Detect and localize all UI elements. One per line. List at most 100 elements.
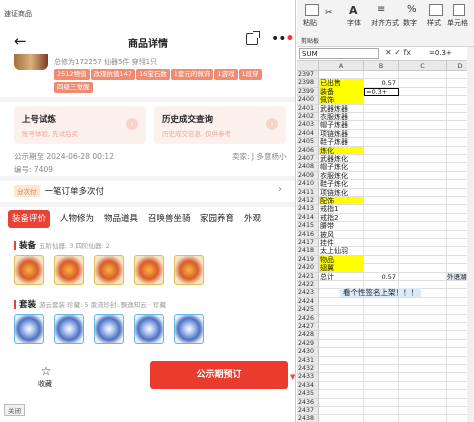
- equipment-item[interactable]: [14, 255, 44, 285]
- cell-b[interactable]: [364, 331, 399, 340]
- cell-c[interactable]: [399, 96, 447, 105]
- cell-a[interactable]: [319, 390, 364, 399]
- cell-b[interactable]: [364, 129, 399, 139]
- row-number[interactable]: 2427: [297, 323, 319, 332]
- tab-summons[interactable]: 召唤兽坐骑: [144, 210, 195, 228]
- row-number[interactable]: 2414: [297, 213, 319, 223]
- cell-c[interactable]: [399, 239, 447, 248]
- row-number[interactable]: 2401: [297, 104, 319, 113]
- cell-b[interactable]: [364, 121, 399, 130]
- cell-a[interactable]: [319, 415, 364, 422]
- cell-a[interactable]: 腰带: [319, 222, 364, 231]
- cell-a[interactable]: [319, 314, 364, 323]
- cell-c[interactable]: [399, 348, 447, 357]
- cell-b[interactable]: [364, 297, 399, 307]
- cell-b[interactable]: [364, 314, 399, 323]
- cell-c[interactable]: [399, 297, 447, 307]
- cell-a[interactable]: [319, 407, 364, 416]
- cell-c[interactable]: [399, 71, 447, 80]
- paste-icon[interactable]: [305, 4, 319, 16]
- cell-a[interactable]: [319, 323, 364, 332]
- row-number[interactable]: 2425: [297, 306, 319, 315]
- cell-c[interactable]: [399, 87, 447, 97]
- row-number[interactable]: 2411: [297, 188, 319, 197]
- equipment-item[interactable]: [174, 255, 204, 285]
- cell-c[interactable]: [399, 171, 447, 181]
- row-number[interactable]: 2436: [297, 398, 319, 407]
- cell-b[interactable]: [364, 306, 399, 315]
- tab-appearance[interactable]: 外观: [240, 210, 265, 228]
- history-card[interactable]: 历史成交查询 历史成交信息, 仅供参考 ›: [154, 106, 286, 144]
- set-item[interactable]: [174, 314, 204, 344]
- cell-c[interactable]: [399, 407, 447, 416]
- cell-b[interactable]: [364, 365, 399, 374]
- cell-c[interactable]: [399, 314, 447, 323]
- cell-c[interactable]: [399, 205, 447, 214]
- select-all-corner[interactable]: [297, 61, 319, 71]
- cell-b[interactable]: [364, 138, 399, 147]
- cell-a[interactable]: 鞋子炼器: [319, 138, 364, 147]
- set-item[interactable]: [54, 314, 84, 344]
- number-label[interactable]: 数字: [403, 18, 417, 28]
- share-icon[interactable]: [246, 31, 260, 45]
- cell-c[interactable]: [399, 415, 447, 422]
- cell-b[interactable]: [364, 348, 399, 357]
- cell-c[interactable]: [399, 306, 447, 315]
- row-number[interactable]: 2398: [297, 79, 319, 88]
- tab-character[interactable]: 人物修为: [56, 210, 98, 228]
- cell-b[interactable]: [364, 415, 399, 422]
- cell-c[interactable]: [399, 129, 447, 139]
- row-number[interactable]: 2421: [297, 272, 319, 281]
- cell-a[interactable]: 鞋子炼化: [319, 180, 364, 189]
- cell-b[interactable]: [364, 264, 399, 273]
- cell-c[interactable]: [399, 323, 447, 332]
- cell-a[interactable]: 炼化: [319, 146, 364, 155]
- row-number[interactable]: 2434: [297, 381, 319, 391]
- installment-row[interactable]: 分次付 一笔订单多次付: [14, 185, 104, 199]
- cell-b[interactable]: [364, 339, 399, 349]
- cell-c[interactable]: [399, 79, 447, 88]
- column-header-a[interactable]: A: [319, 61, 364, 71]
- row-number[interactable]: 2412: [297, 197, 319, 206]
- cell-c[interactable]: [399, 365, 447, 374]
- equipment-item[interactable]: [94, 255, 124, 285]
- cell-c[interactable]: [399, 163, 447, 172]
- cell-b[interactable]: [364, 113, 399, 122]
- row-number[interactable]: 2402: [297, 113, 319, 122]
- cell-b[interactable]: [364, 71, 399, 80]
- equipment-item[interactable]: [54, 255, 84, 285]
- cell-b[interactable]: [364, 155, 399, 164]
- row-number[interactable]: 2430: [297, 348, 319, 357]
- cell-c[interactable]: [399, 373, 447, 382]
- name-box[interactable]: SUM: [299, 48, 379, 59]
- cell-a[interactable]: 总计: [319, 272, 364, 281]
- cell-a[interactable]: 戒指1: [319, 205, 364, 214]
- cell-b[interactable]: [364, 188, 399, 197]
- chevron-right-icon[interactable]: ›: [278, 184, 282, 195]
- cell-a[interactable]: 太上仙羽: [319, 247, 364, 256]
- row-number[interactable]: 2429: [297, 339, 319, 349]
- row-number[interactable]: 2397: [297, 71, 319, 80]
- cell-a[interactable]: 项链炼器: [319, 129, 364, 139]
- trial-card[interactable]: 上号试炼 账号体验, 先试后买 ›: [14, 106, 146, 144]
- cell-a[interactable]: 装备: [319, 87, 364, 97]
- cell-a[interactable]: [319, 365, 364, 374]
- cell-c[interactable]: [399, 230, 447, 239]
- row-number[interactable]: 2404: [297, 129, 319, 139]
- cell-a[interactable]: [319, 339, 364, 349]
- cell-b[interactable]: [364, 171, 399, 181]
- row-number[interactable]: 2415: [297, 222, 319, 231]
- row-number[interactable]: 2405: [297, 138, 319, 147]
- percent-icon[interactable]: %: [407, 4, 417, 15]
- cell-a[interactable]: 武器炼器: [319, 104, 364, 113]
- row-number[interactable]: 2437: [297, 407, 319, 416]
- tab-items[interactable]: 物品道具: [100, 210, 142, 228]
- row-number[interactable]: 2431: [297, 356, 319, 365]
- cell-icon[interactable]: [453, 4, 465, 16]
- scrollbar[interactable]: [467, 47, 474, 422]
- cell-c[interactable]: [399, 188, 447, 197]
- row-number[interactable]: 2423: [297, 289, 319, 298]
- cell-a[interactable]: 翅翼: [319, 264, 364, 273]
- align-label[interactable]: 对齐方式: [371, 18, 399, 28]
- row-number[interactable]: 2418: [297, 247, 319, 256]
